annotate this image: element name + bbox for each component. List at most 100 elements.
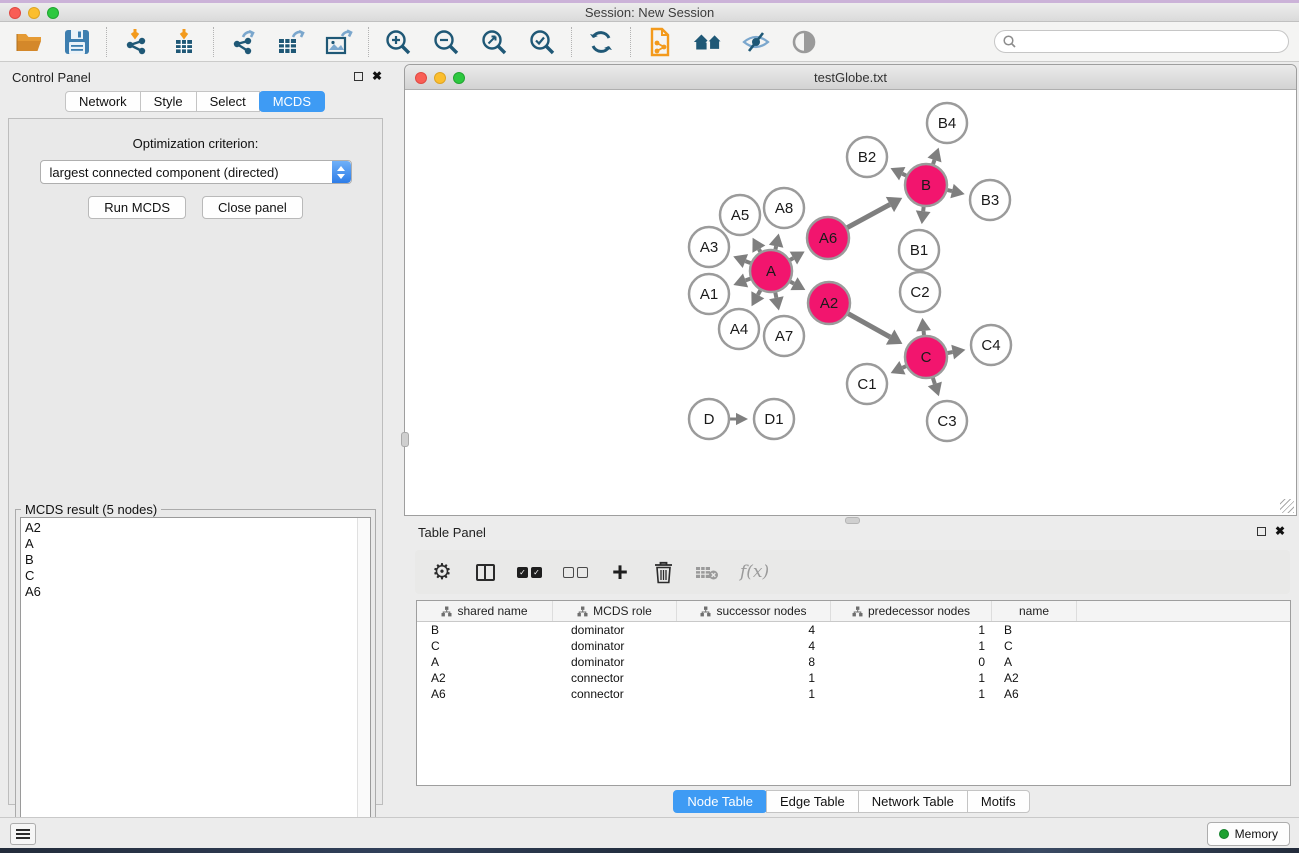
graph-edge-A-A3[interactable] xyxy=(745,261,750,263)
cell-successor-nodes[interactable]: 8 xyxy=(677,654,831,670)
cell-mcds-role[interactable]: dominator xyxy=(553,654,677,670)
tab-network-table[interactable]: Network Table xyxy=(858,790,968,813)
criterion-dropdown[interactable]: largest connected component (directed) xyxy=(40,160,352,184)
cell-mcds-role[interactable]: connector xyxy=(553,686,677,702)
close-panel-icon[interactable]: ✖ xyxy=(372,71,382,81)
network-vertical-scrollbar-thumb[interactable] xyxy=(401,432,409,447)
mcds-list-item[interactable]: C xyxy=(25,568,370,584)
apply-layout-button[interactable] xyxy=(585,26,617,58)
tab-style[interactable]: Style xyxy=(140,91,197,112)
table-row[interactable]: A2connector11A2 xyxy=(417,670,1290,686)
network-canvas[interactable]: AA1A2A3A4A5A6A7A8BB1B2B3B4CC1C2C3C4DD1 xyxy=(405,90,1296,515)
cell-predecessor-nodes[interactable]: 1 xyxy=(831,686,992,702)
cell-shared-name[interactable]: A6 xyxy=(417,686,553,702)
show-panels-button[interactable] xyxy=(10,823,36,845)
cell-predecessor-nodes[interactable]: 1 xyxy=(831,670,992,686)
cell-successor-nodes[interactable]: 4 xyxy=(677,622,831,638)
mcds-list-item[interactable]: A2 xyxy=(25,520,370,536)
graph-edge-A-A4[interactable] xyxy=(758,290,761,295)
cell-name[interactable]: B xyxy=(992,622,1077,638)
graph-edge-A6-B[interactable] xyxy=(847,205,890,228)
graph-edge-A-A5[interactable] xyxy=(759,249,760,252)
column-header-predecessor-nodes[interactable]: predecessor nodes xyxy=(831,601,992,621)
function-builder-button[interactable]: f(x) xyxy=(740,560,769,584)
graph-edge-B-B4[interactable] xyxy=(933,160,934,164)
column-header-successor-nodes[interactable]: successor nodes xyxy=(677,601,831,621)
show-hide-eye-button[interactable] xyxy=(788,26,820,58)
zoom-selected-button[interactable] xyxy=(526,26,558,58)
select-all-rows-button[interactable]: ✓ ✓ xyxy=(517,560,542,584)
graph-edge-C-C4[interactable] xyxy=(948,352,953,353)
cell-name[interactable]: A2 xyxy=(992,670,1077,686)
add-column-button[interactable]: + xyxy=(609,560,631,584)
mcds-list-item[interactable]: A xyxy=(25,536,370,552)
graph-edge-A-A7[interactable] xyxy=(775,293,776,298)
tab-network[interactable]: Network xyxy=(65,91,141,112)
cell-name[interactable]: A xyxy=(992,654,1077,670)
resize-grip[interactable] xyxy=(1280,499,1294,513)
cell-shared-name[interactable]: B xyxy=(417,622,553,638)
cell-predecessor-nodes[interactable]: 0 xyxy=(831,654,992,670)
cell-shared-name[interactable]: A xyxy=(417,654,553,670)
graph-edge-A-A2[interactable] xyxy=(790,282,794,284)
column-header-shared-name[interactable]: shared name xyxy=(417,601,553,621)
hide-graphics-details-button[interactable] xyxy=(740,26,772,58)
memory-button[interactable]: Memory xyxy=(1207,822,1290,846)
cell-predecessor-nodes[interactable]: 1 xyxy=(831,638,992,654)
cell-shared-name[interactable]: C xyxy=(417,638,553,654)
manage-networks-button[interactable] xyxy=(644,26,676,58)
export-network-button[interactable] xyxy=(227,26,259,58)
table-options-button[interactable]: ⚙ xyxy=(431,560,453,584)
mcds-list-item[interactable]: A6 xyxy=(25,584,370,600)
show-columns-button[interactable] xyxy=(474,560,496,584)
table-row[interactable]: A6connector11A6 xyxy=(417,686,1290,702)
tab-node-table[interactable]: Node Table xyxy=(673,790,767,813)
tab-mcds[interactable]: MCDS xyxy=(259,91,325,112)
graph-edge-A2-C[interactable] xyxy=(848,314,890,337)
graph-edge-C-C3[interactable] xyxy=(933,378,935,384)
main-titlebar[interactable]: Session: New Session xyxy=(0,3,1299,22)
open-session-button[interactable] xyxy=(13,26,45,58)
zoom-fit-button[interactable] xyxy=(478,26,510,58)
export-table-button[interactable] xyxy=(275,26,307,58)
import-table-button[interactable] xyxy=(168,26,200,58)
column-header-name[interactable]: name xyxy=(992,601,1077,621)
graph-edge-A-A8[interactable] xyxy=(775,246,776,249)
deselect-all-rows-button[interactable] xyxy=(563,560,588,584)
graph-edge-A-A1[interactable] xyxy=(746,279,751,281)
tab-motifs[interactable]: Motifs xyxy=(967,790,1030,813)
graph-edge-B-B3[interactable] xyxy=(947,190,952,191)
save-session-button[interactable] xyxy=(61,26,93,58)
tab-select[interactable]: Select xyxy=(196,91,260,112)
search-input[interactable] xyxy=(1021,35,1288,49)
delete-table-button[interactable] xyxy=(695,560,719,584)
table-row[interactable]: Bdominator41B xyxy=(417,622,1290,638)
zoom-out-button[interactable] xyxy=(430,26,462,58)
mcds-result-list[interactable]: A2ABCA6 xyxy=(20,517,371,840)
float-table-panel-icon[interactable] xyxy=(1257,527,1266,536)
cell-mcds-role[interactable]: dominator xyxy=(553,622,677,638)
cell-shared-name[interactable]: A2 xyxy=(417,670,553,686)
tab-edge-table[interactable]: Edge Table xyxy=(766,790,859,813)
graph-edge-C-C1[interactable] xyxy=(902,366,906,368)
graph-edge-A-A6[interactable] xyxy=(790,258,793,260)
graph-edge-B-B2[interactable] xyxy=(902,174,906,176)
network-window-titlebar[interactable]: testGlobe.txt xyxy=(405,65,1296,90)
mcds-list-scrollbar[interactable] xyxy=(357,518,370,839)
cell-successor-nodes[interactable]: 1 xyxy=(677,686,831,702)
cell-successor-nodes[interactable]: 4 xyxy=(677,638,831,654)
cell-name[interactable]: A6 xyxy=(992,686,1077,702)
cell-mcds-role[interactable]: dominator xyxy=(553,638,677,654)
export-image-button[interactable] xyxy=(323,26,355,58)
search-field[interactable] xyxy=(994,30,1289,53)
column-header-mcds-role[interactable]: MCDS role xyxy=(553,601,677,621)
table-row[interactable]: Adominator80A xyxy=(417,654,1290,670)
cell-mcds-role[interactable]: connector xyxy=(553,670,677,686)
run-mcds-button[interactable]: Run MCDS xyxy=(88,196,186,219)
import-network-button[interactable] xyxy=(120,26,152,58)
cell-name[interactable]: C xyxy=(992,638,1077,654)
cell-successor-nodes[interactable]: 1 xyxy=(677,670,831,686)
cell-predecessor-nodes[interactable]: 1 xyxy=(831,622,992,638)
table-row[interactable]: Cdominator41C xyxy=(417,638,1290,654)
close-panel-button[interactable]: Close panel xyxy=(202,196,303,219)
